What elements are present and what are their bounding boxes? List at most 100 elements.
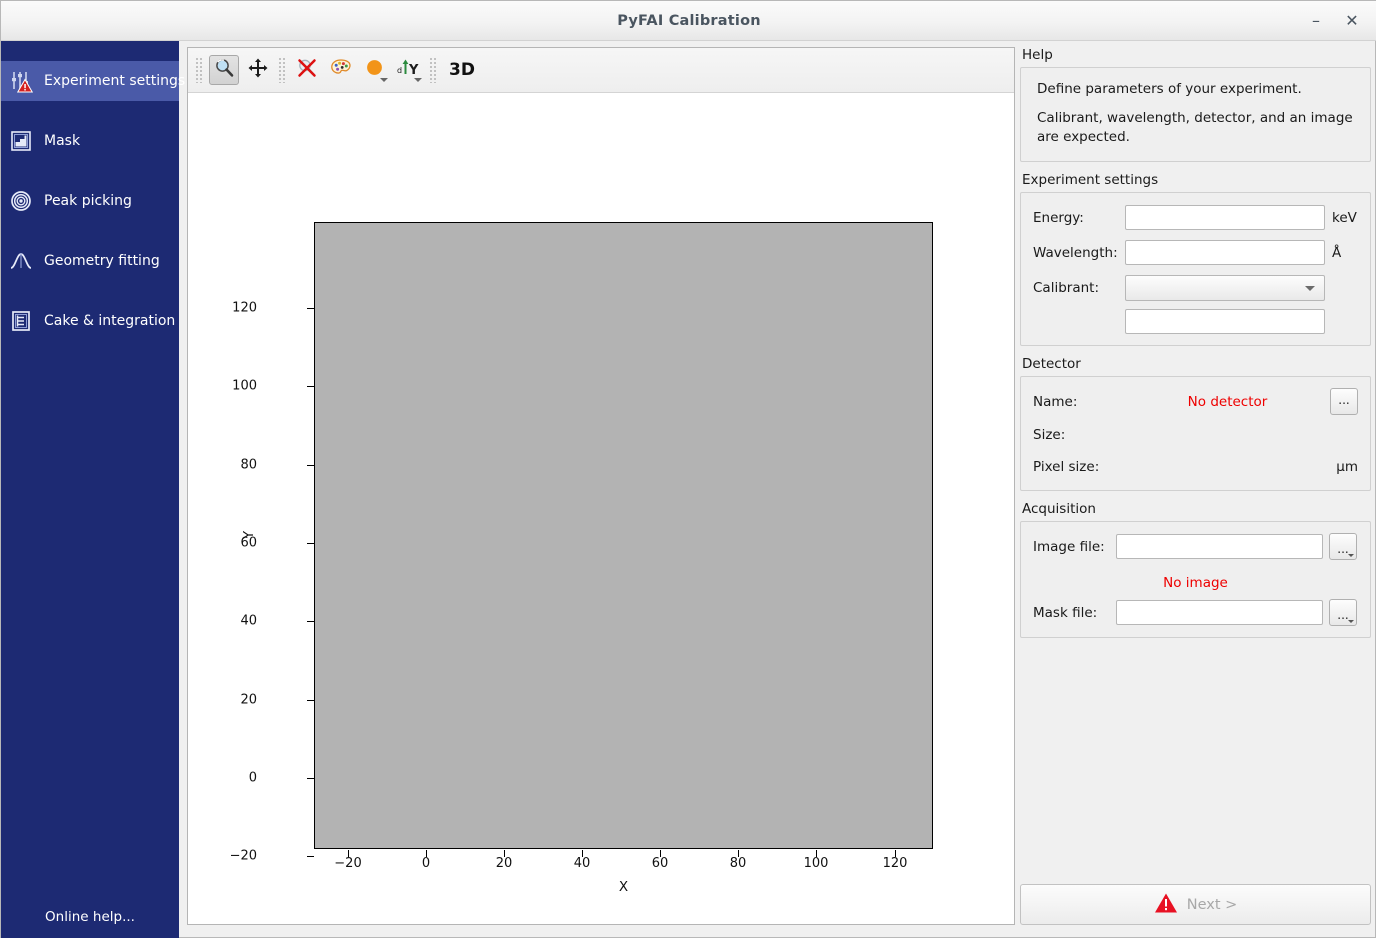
sidebar-item-label: Geometry fitting [44, 253, 160, 269]
mask-file-row: Mask file: ... [1033, 598, 1358, 627]
chevron-down-icon [414, 78, 422, 82]
sidebar-item-label: Experiment settings [44, 73, 185, 89]
settings-panel: Help Define parameters of your experimen… [1020, 47, 1371, 925]
help-group-title: Help [1022, 47, 1371, 63]
mask-file-label: Mask file: [1033, 605, 1116, 621]
x-tick-label: 40 [574, 856, 591, 871]
detector-pixel-size-row: Pixel size: µm [1033, 454, 1358, 480]
mask-color-button[interactable] [360, 55, 390, 85]
image-status-row: No image [1033, 567, 1358, 598]
cake-document-icon [9, 309, 33, 333]
toolbar-drag-handle[interactable] [195, 57, 204, 83]
image-placeholder-rect [314, 222, 933, 849]
experiment-settings-group: Experiment settings Energy: keV Waveleng… [1020, 172, 1371, 346]
detector-name-value: No detector [1125, 394, 1330, 410]
help-line: Calibrant, wavelength, detector, and an … [1037, 109, 1356, 147]
sidebar-item-peak-picking[interactable]: Peak picking [1, 181, 179, 221]
next-button-label: Next > [1187, 897, 1238, 913]
sidebar-spacer-2 [1, 161, 179, 181]
colormap-button[interactable] [326, 55, 356, 85]
mask-file-browse-button[interactable]: ... [1329, 599, 1357, 626]
application-window: PyFAI Calibration – ✕ [0, 0, 1376, 938]
zoom-tool-button[interactable] [209, 55, 239, 85]
image-file-browse-label: ... [1337, 542, 1348, 556]
view-3d-button[interactable]: 3D [441, 60, 483, 80]
chevron-down-icon [1348, 554, 1354, 557]
detector-name-label: Name: [1033, 394, 1125, 410]
image-file-input[interactable] [1116, 534, 1323, 559]
sidebar-item-label: Peak picking [44, 193, 132, 209]
energy-unit: keV [1332, 210, 1357, 226]
x-tick-label: 60 [652, 856, 669, 871]
help-group: Help Define parameters of your experimen… [1020, 47, 1371, 162]
move-arrows-icon [247, 57, 269, 83]
y-tick-label: 40 [240, 614, 257, 629]
experiment-settings-title: Experiment settings [1022, 172, 1371, 188]
sidebar-spacer-4 [1, 281, 179, 301]
plot-toolbar: d Y 3D [188, 48, 1014, 93]
concentric-rings-icon [9, 189, 33, 213]
plot-panel: d Y 3D 120 100 80 60 [187, 47, 1015, 925]
image-status-text: No image [1163, 575, 1228, 591]
calibrant-file-input[interactable] [1125, 309, 1325, 334]
detector-group: Detector Name: No detector ... Size: Pix… [1020, 356, 1371, 491]
detector-name-row: Name: No detector ... [1033, 387, 1358, 416]
sidebar: Experiment settings Mask [1, 41, 179, 938]
minimize-button[interactable]: – [1303, 9, 1329, 33]
sidebar-item-label: Cake & integration [44, 313, 175, 329]
wavelength-input[interactable] [1125, 240, 1325, 265]
sidebar-item-cake-integration[interactable]: Cake & integration [1, 301, 179, 341]
mask-file-browse-label: ... [1337, 608, 1348, 622]
y-tick-label: 100 [232, 379, 257, 394]
energy-input[interactable] [1125, 205, 1325, 230]
toolbar-drag-handle-2[interactable] [278, 57, 287, 83]
image-file-row: Image file: ... [1033, 532, 1358, 561]
acquisition-group-title: Acquisition [1022, 501, 1371, 517]
calibrant-label: Calibrant: [1033, 280, 1125, 296]
zoom-reset-cross-icon [296, 57, 318, 83]
calibrant-select[interactable] [1125, 275, 1325, 301]
detector-browse-button[interactable]: ... [1330, 388, 1358, 415]
energy-label: Energy: [1033, 210, 1125, 226]
x-axis-title: X [314, 879, 933, 895]
help-box: Define parameters of your experiment. Ca… [1020, 67, 1371, 162]
peak-curve-icon [9, 249, 33, 273]
image-file-label: Image file: [1033, 539, 1116, 555]
sidebar-item-experiment-settings[interactable]: Experiment settings [1, 61, 179, 101]
mask-file-input[interactable] [1116, 600, 1323, 625]
mask-image-icon [9, 129, 33, 153]
svg-text:d: d [397, 66, 402, 75]
acquisition-group: Acquisition Image file: ... No image Mas… [1020, 501, 1371, 638]
detector-pixel-size-label: Pixel size: [1033, 459, 1125, 475]
y-tick-label: −20 [230, 849, 257, 864]
image-file-browse-button[interactable]: ... [1329, 533, 1357, 560]
y-axis-direction-button[interactable]: d Y [394, 55, 424, 85]
close-button[interactable]: ✕ [1339, 9, 1365, 33]
online-help-link[interactable]: Online help... [1, 895, 179, 938]
next-button[interactable]: Next > [1020, 884, 1371, 925]
sliders-warning-icon [9, 69, 33, 93]
sidebar-item-label: Mask [44, 133, 80, 149]
reset-zoom-button[interactable] [292, 55, 322, 85]
x-tick-label: 0 [422, 856, 430, 871]
svg-text:Y: Y [408, 63, 419, 78]
plot-canvas[interactable]: 120 100 80 60 40 20 0 −20 −20 0 20 40 [188, 93, 1014, 924]
calibrant-row: Calibrant: [1033, 273, 1358, 302]
detector-group-title: Detector [1022, 356, 1371, 372]
y-tick-label: 0 [249, 771, 257, 786]
magnifier-icon [213, 57, 235, 83]
wavelength-unit: Å [1332, 245, 1341, 261]
toolbar-drag-handle-3[interactable] [429, 57, 438, 83]
warning-triangle-icon [1154, 892, 1178, 918]
energy-row: Energy: keV [1033, 203, 1358, 232]
pan-tool-button[interactable] [243, 55, 273, 85]
y-tick-label: 80 [240, 458, 257, 473]
sidebar-item-geometry-fitting[interactable]: Geometry fitting [1, 241, 179, 281]
y-axis-title: Y [241, 531, 257, 539]
footer: Next > [1020, 884, 1371, 925]
y-tick-label: 120 [232, 301, 257, 316]
calibrant-file-row [1033, 308, 1358, 335]
sidebar-item-mask[interactable]: Mask [1, 121, 179, 161]
x-tick-label: 100 [804, 856, 829, 871]
chevron-down-icon [1305, 286, 1315, 291]
